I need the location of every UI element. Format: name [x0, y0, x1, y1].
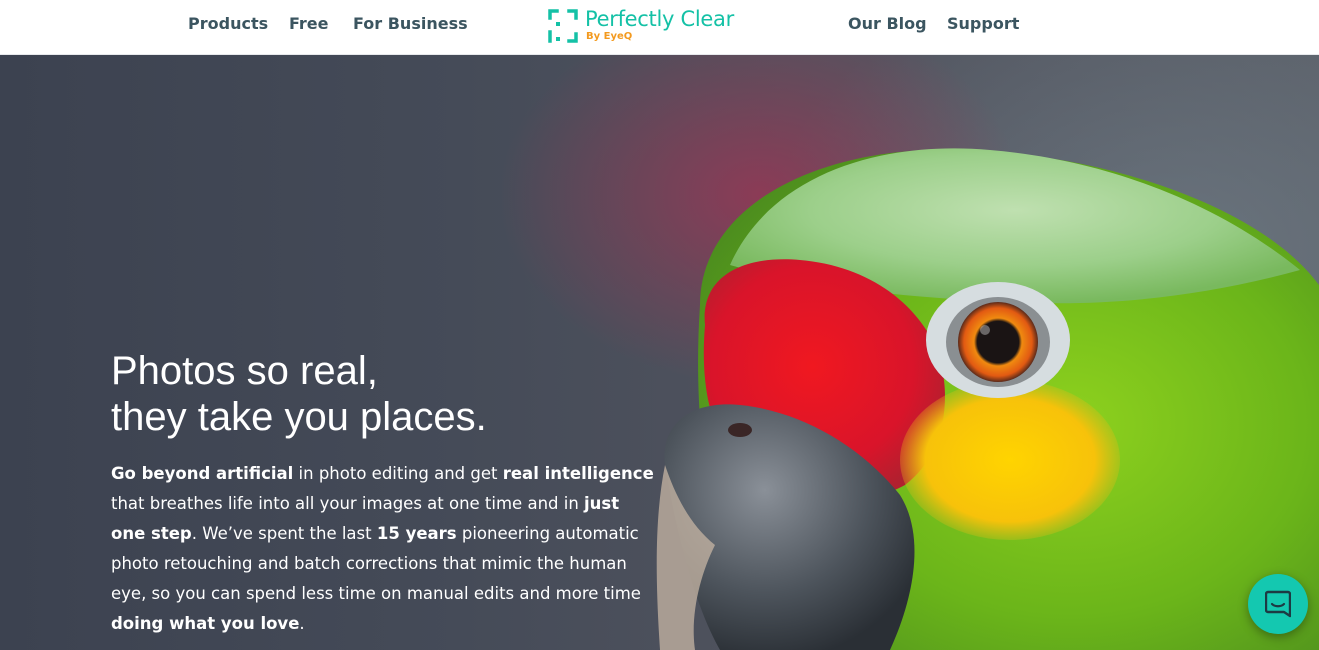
hero-headline-line-2: they take you places.	[111, 395, 487, 439]
hero-description-emphasis: Go beyond artificial	[111, 464, 294, 483]
hero-description-text: . We’ve spent the last	[191, 524, 377, 543]
hero-description-emphasis: doing what you love	[111, 614, 300, 633]
hero-headline: Photos so real, they take you places.	[111, 348, 631, 440]
logo-wordmark: Perfectly Clear	[585, 7, 734, 31]
nav-link-products[interactable]: Products	[188, 13, 268, 35]
hero-description-emphasis: 15 years	[376, 524, 457, 543]
hero-description: Go beyond artificial in photo editing an…	[111, 459, 656, 639]
chat-launcher-button[interactable]	[1248, 574, 1308, 634]
hero-headline-line-1: Photos so real,	[111, 349, 378, 393]
hero-description-text: that breathes life into all your images …	[111, 494, 585, 513]
nav-link-free[interactable]: Free	[289, 13, 329, 35]
nav-link-support[interactable]: Support	[947, 13, 1019, 35]
hero-description-text: .	[299, 614, 305, 633]
chat-icon	[1265, 590, 1291, 618]
logo-byline: By EyeQ	[586, 31, 633, 42]
logo-frame-icon	[548, 9, 578, 43]
hero-section: Photos so real, they take you places. Go…	[0, 55, 1319, 650]
perfectly-clear-logo[interactable]: Perfectly Clear By EyeQ	[547, 6, 762, 46]
site-header: Products Free For Business Perfectly Cle…	[0, 0, 1319, 55]
nav-link-for-business[interactable]: For Business	[353, 13, 468, 35]
nav-link-our-blog[interactable]: Our Blog	[848, 13, 927, 35]
hero-description-emphasis: real intelligence	[502, 464, 654, 483]
hero-description-text: in photo editing and get	[293, 464, 503, 483]
